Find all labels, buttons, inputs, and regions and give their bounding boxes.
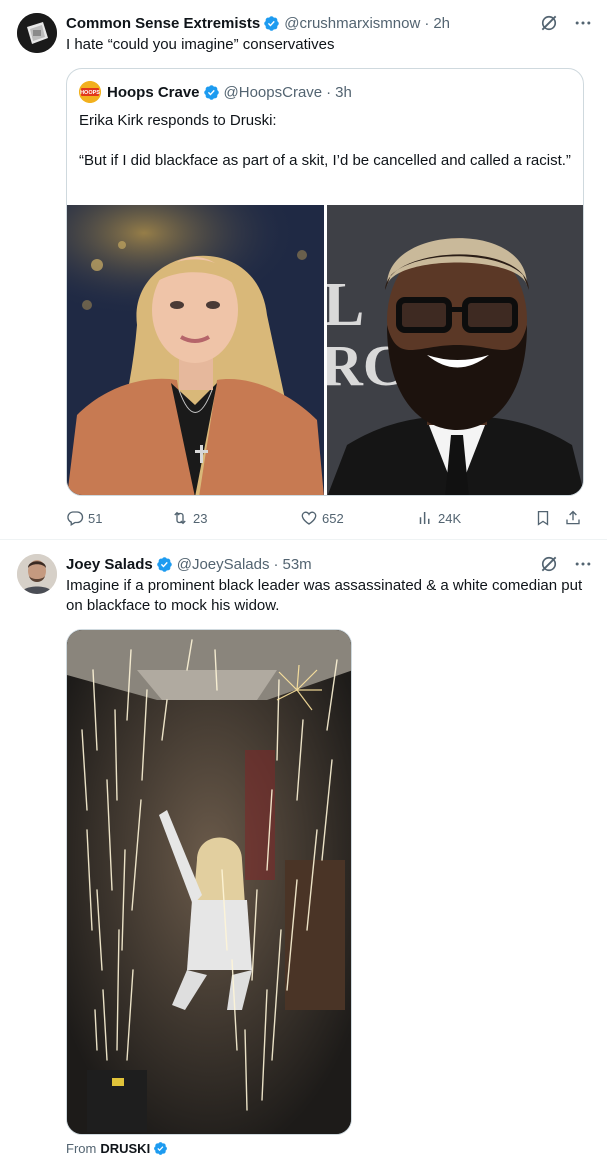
photo-woman[interactable] [67,205,324,495]
timestamp[interactable]: 2h [433,15,450,32]
tweet[interactable]: Common Sense Extremists @crushmarxismnow… [0,0,607,540]
timestamp[interactable]: 53m [283,556,312,573]
tweet-text: I hate “could you imagine” conservatives [66,36,335,53]
avatar[interactable] [17,13,57,53]
quote-text-line: “But if I did blackface as part of a ski… [79,152,571,169]
view-count: 24K [438,510,462,526]
author-handle[interactable]: @JoeySalads [177,556,270,573]
views-button[interactable]: 24K [416,506,461,530]
quote-text-line: Erika Kirk responds to Druski: [79,112,277,129]
author-handle[interactable]: @crushmarxismnow [284,15,420,32]
separator-dot: · [326,83,332,101]
author-name[interactable]: Joey Salads [66,556,153,573]
quote-media[interactable]: L RC [67,205,583,495]
share-button[interactable] [564,506,582,530]
tweet-video[interactable] [66,629,352,1135]
author-name[interactable]: Common Sense Extremists [66,15,260,32]
like-button[interactable]: 652 [300,506,344,530]
verified-badge-icon [154,1142,168,1155]
svg-text:HOOPS: HOOPS [80,90,100,96]
separator-dot: · [424,14,430,32]
svg-text:L: L [327,271,364,339]
repost-button[interactable]: 23 [171,506,207,530]
reply-button[interactable]: 51 [66,506,102,530]
bookmark-icon [537,510,549,526]
repost-count: 23 [193,510,208,526]
from-label: From [66,1141,97,1156]
avatar: HOOPS [79,81,101,103]
quote-header: HOOPS Hoops Crave @HoopsCrave · 3h [79,81,352,103]
bookmark-button[interactable] [534,506,552,530]
tweet-header: Joey Salads @JoeySalads · 53m [66,554,593,574]
verified-badge-icon [156,556,172,572]
tweet-text: Imagine if a prominent black leader was … [66,577,583,614]
verified-badge-icon [264,15,279,31]
quote-text: Erika Kirk responds to Druski: “But if I… [79,111,571,171]
separator-dot: · [273,555,279,573]
tweet-actions: 51 23 652 24K [66,506,588,530]
reply-icon [67,511,84,526]
grok-icon[interactable] [539,554,559,574]
verified-badge-icon [203,84,219,100]
more-icon[interactable] [573,13,593,33]
timestamp: 3h [335,83,352,101]
video-source-attribution: From DRUSKI [66,1141,172,1156]
tweet[interactable]: Joey Salads @JoeySalads · 53m Imagine if… [0,541,607,1167]
author-handle: @HoopsCrave [223,83,323,101]
grok-icon[interactable] [539,13,559,33]
avatar[interactable] [17,554,57,594]
like-count: 652 [322,510,344,526]
reply-count: 51 [88,510,103,526]
share-icon [566,510,580,525]
repost-icon [174,511,186,525]
quoted-tweet[interactable]: HOOPS Hoops Crave @HoopsCrave · 3h Erika… [66,68,584,496]
views-chart-icon [419,512,430,524]
tweet-header: Common Sense Extremists @crushmarxismnow… [66,13,593,33]
hoops-crave-logo: HOOPS [79,81,101,103]
source-account[interactable]: DRUSKI [100,1141,150,1156]
heart-icon [301,511,317,525]
video-still-sparklers [67,630,351,1134]
author-name[interactable]: Hoops Crave [107,84,200,101]
more-icon[interactable] [573,554,593,574]
photo-man[interactable]: L RC [327,205,583,495]
